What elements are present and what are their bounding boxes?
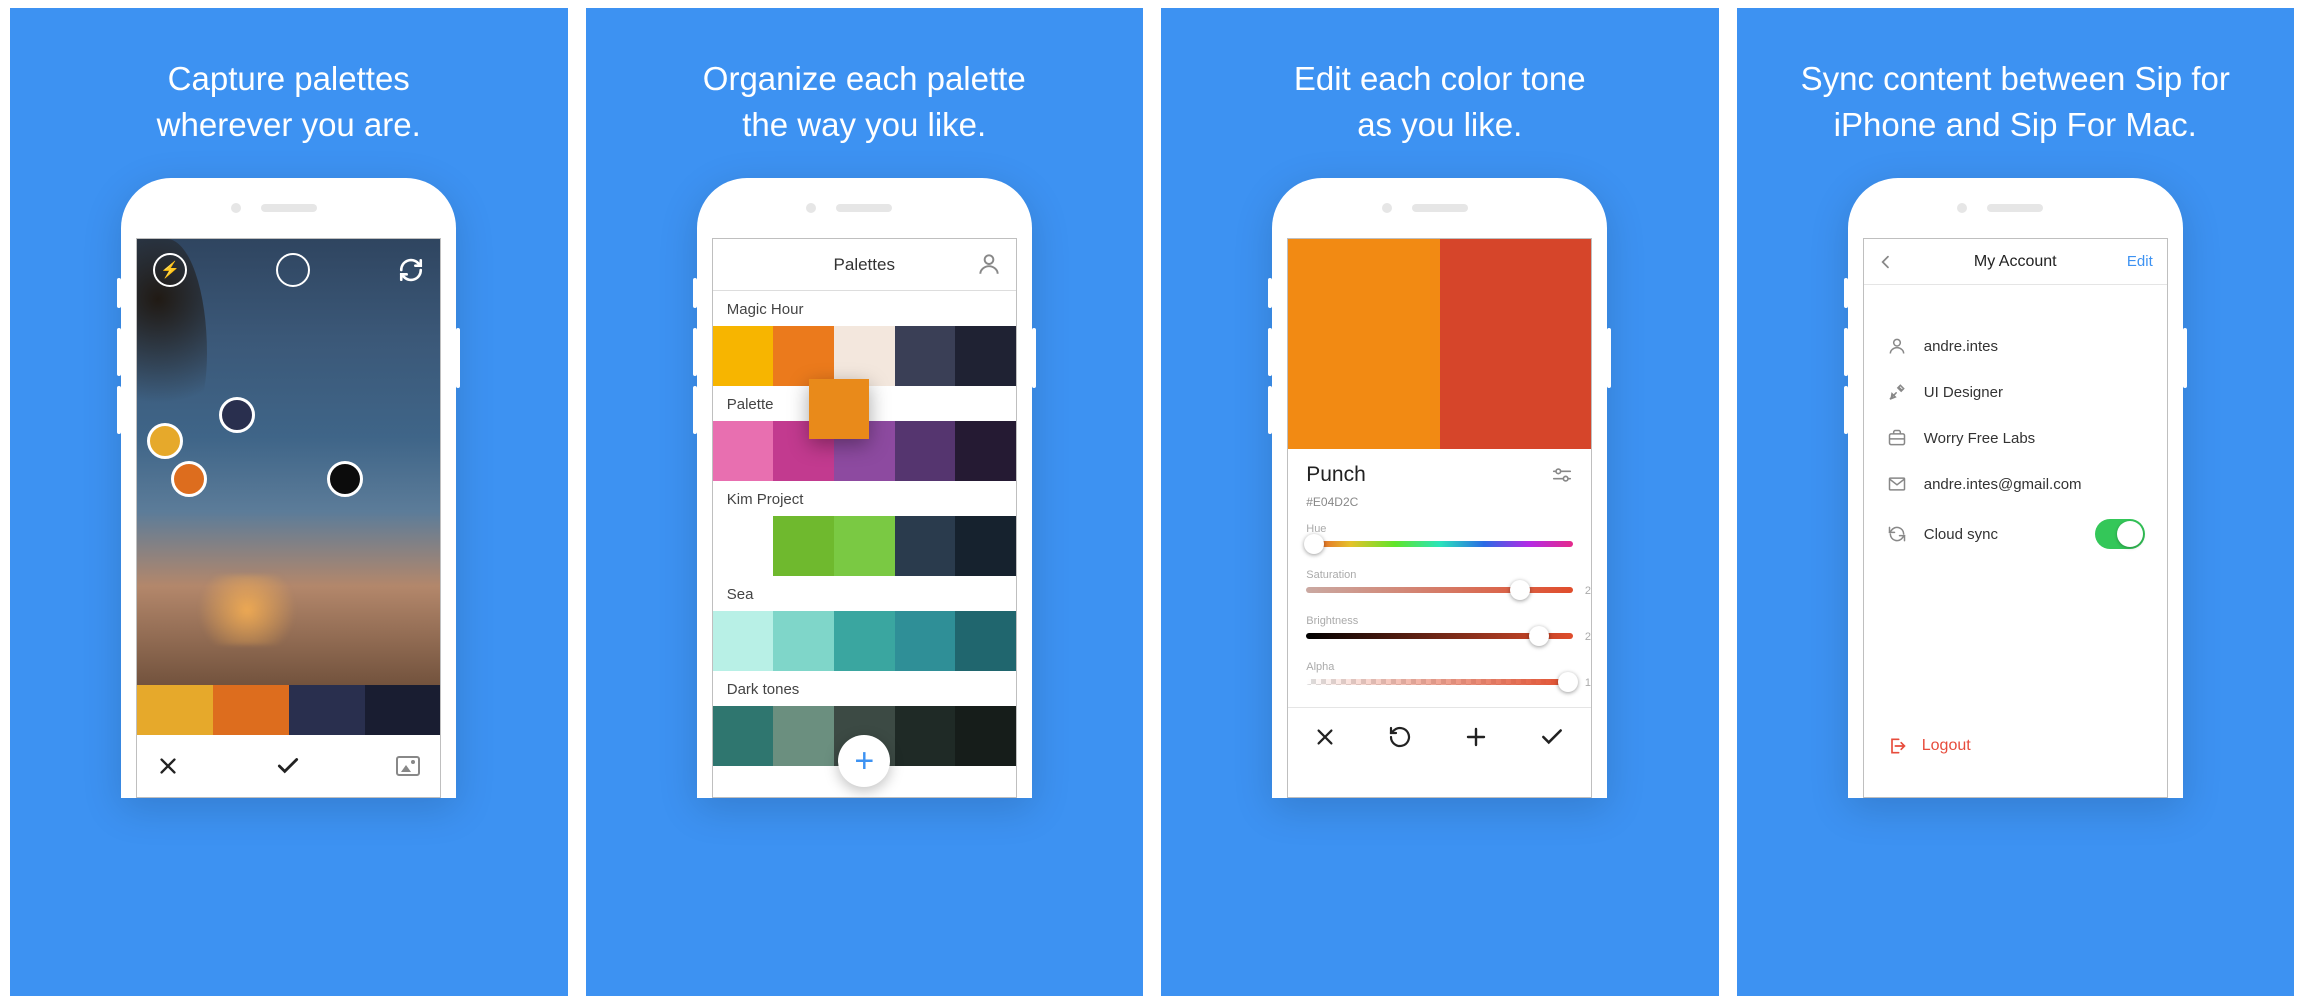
phone-frame: My Account Edit andre.intes UI Designer — [1848, 178, 2183, 798]
saturation-slider[interactable]: Saturation 204 — [1306, 569, 1573, 593]
panel-edit: Edit each color tone as you like. Punch … — [1161, 8, 1719, 996]
capture-toolbar — [137, 735, 440, 797]
color-preview — [1288, 239, 1591, 449]
cloud-sync-toggle[interactable] — [2095, 519, 2145, 549]
hue-slider[interactable]: Hue 7 — [1306, 523, 1573, 547]
back-icon[interactable] — [1878, 254, 1894, 270]
gallery-icon[interactable] — [396, 756, 420, 776]
phone-frame — [121, 178, 456, 798]
dragging-swatch[interactable] — [809, 379, 869, 439]
account-company: Worry Free Labs — [1924, 430, 2035, 447]
palette-name: Magic Hour — [713, 291, 1016, 326]
palette-item[interactable]: Magic Hour — [713, 291, 1016, 386]
brightness-slider[interactable]: Brightness 223 — [1306, 615, 1573, 639]
account-email: andre.intes@gmail.com — [1924, 476, 2082, 493]
slider-value: 100 — [1577, 677, 1592, 689]
palette-name: Sea — [713, 576, 1016, 611]
caption: Sync content between Sip for iPhone and … — [1771, 8, 2260, 178]
account-row-role: UI Designer — [1886, 369, 2145, 415]
sync-icon — [1886, 523, 1908, 545]
panel-organize: Organize each palette the way you like. … — [586, 8, 1144, 996]
palettes-header: Palettes — [713, 239, 1016, 291]
close-icon[interactable] — [157, 755, 179, 777]
account-icon[interactable] — [976, 251, 1002, 277]
capture-center-ring-icon — [276, 253, 310, 287]
logout-label: Logout — [1922, 737, 1971, 755]
undo-icon[interactable] — [1388, 725, 1412, 749]
slider-label: Saturation — [1306, 569, 1573, 581]
palette-name: Dark tones — [713, 671, 1016, 706]
account-username: andre.intes — [1924, 338, 1998, 355]
confirm-icon[interactable] — [275, 753, 301, 779]
user-icon — [1886, 335, 1908, 357]
flip-camera-icon[interactable] — [398, 257, 424, 283]
close-icon[interactable] — [1314, 726, 1336, 748]
logout-button[interactable]: Logout — [1886, 735, 2145, 757]
account-screen: My Account Edit andre.intes UI Designer — [1863, 238, 2168, 798]
captured-palette-strip — [137, 685, 440, 735]
slider-label: Hue — [1306, 523, 1573, 535]
color-pick-ring[interactable] — [219, 397, 255, 433]
alpha-slider[interactable]: Alpha 100 — [1306, 661, 1573, 685]
color-pick-ring[interactable] — [171, 461, 207, 497]
caption: Edit each color tone as you like. — [1264, 8, 1616, 178]
panel-capture: Capture palettes wherever you are. — [10, 8, 568, 996]
briefcase-icon — [1886, 427, 1908, 449]
phone-frame: Punch #E04D2C Hue 7 Saturation — [1272, 178, 1607, 798]
account-row-cloud-sync: Cloud sync — [1886, 507, 2145, 561]
capture-screen — [136, 238, 441, 798]
phone-frame: Palettes Magic Hour Palette Kim Project — [697, 178, 1032, 798]
palette-name: Kim Project — [713, 481, 1016, 516]
account-title: My Account — [1864, 253, 2167, 271]
account-header: My Account Edit — [1864, 239, 2167, 285]
edit-button[interactable]: Edit — [2127, 253, 2153, 270]
add-palette-button[interactable]: + — [838, 735, 890, 787]
palette-item[interactable]: Sea — [713, 576, 1016, 671]
slider-label: Alpha — [1306, 661, 1573, 673]
palettes-title: Palettes — [834, 255, 895, 275]
color-pick-ring[interactable] — [327, 461, 363, 497]
slider-value: 204 — [1577, 585, 1592, 597]
palette-item[interactable]: Kim Project — [713, 481, 1016, 576]
logout-icon — [1886, 735, 1908, 757]
camera-viewfinder[interactable] — [137, 239, 440, 735]
account-row-company: Worry Free Labs — [1886, 415, 2145, 461]
mail-icon — [1886, 473, 1908, 495]
editor-toolbar — [1288, 707, 1591, 765]
palettes-screen: Palettes Magic Hour Palette Kim Project — [712, 238, 1017, 798]
panel-sync: Sync content between Sip for iPhone and … — [1737, 8, 2295, 996]
flash-icon[interactable] — [153, 253, 187, 287]
hex-value: #E04D2C — [1288, 495, 1591, 515]
add-icon[interactable] — [1464, 725, 1488, 749]
adjust-icon[interactable] — [1551, 464, 1573, 486]
editor-screen: Punch #E04D2C Hue 7 Saturation — [1287, 238, 1592, 798]
confirm-icon[interactable] — [1539, 724, 1565, 750]
slider-label: Brightness — [1306, 615, 1573, 627]
slider-value: 7 — [1577, 539, 1592, 551]
account-row-email: andre.intes@gmail.com — [1886, 461, 2145, 507]
account-role: UI Designer — [1924, 384, 2003, 401]
color-pick-ring[interactable] — [147, 423, 183, 459]
tools-icon — [1886, 381, 1908, 403]
caption: Capture palettes wherever you are. — [127, 8, 451, 178]
plus-icon: + — [854, 744, 874, 778]
account-row-username: andre.intes — [1886, 323, 2145, 369]
caption: Organize each palette the way you like. — [673, 8, 1056, 178]
cloud-sync-label: Cloud sync — [1924, 526, 1998, 543]
color-name: Punch — [1306, 463, 1366, 487]
slider-value: 223 — [1577, 631, 1592, 643]
